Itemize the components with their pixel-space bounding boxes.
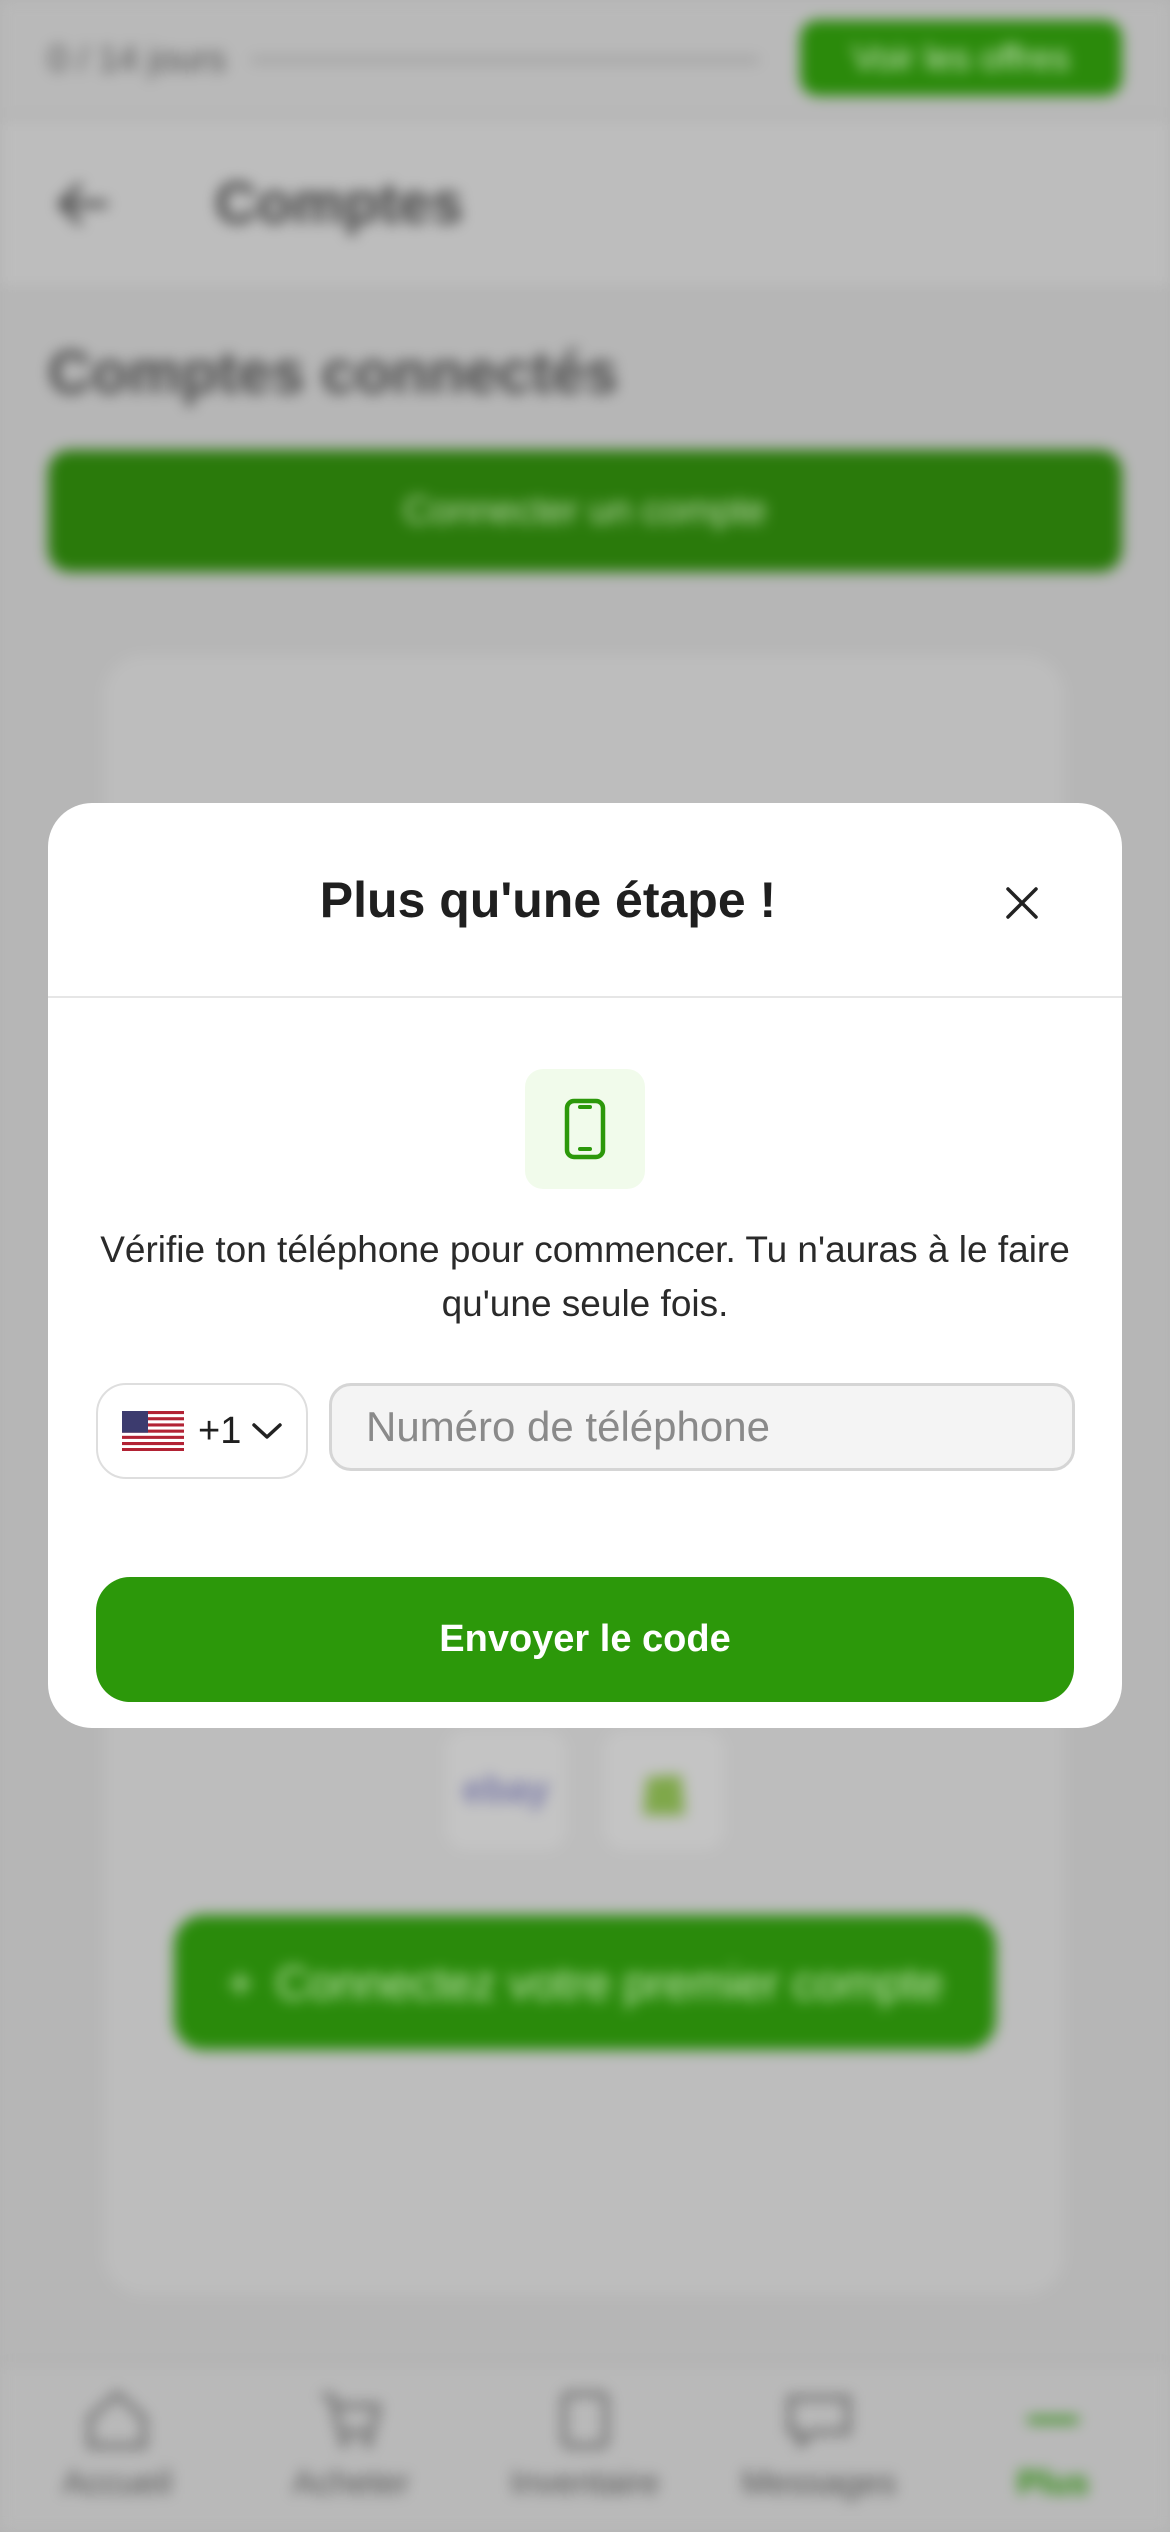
plus-icon: + bbox=[226, 1956, 254, 2009]
offers-button: Voir les offres bbox=[800, 20, 1122, 96]
bottom-nav-label: Messages bbox=[741, 2464, 897, 2502]
bottom-nav-label: Acheter bbox=[292, 2464, 410, 2502]
bottom-nav-inventory: Inventaire bbox=[468, 2364, 702, 2532]
send-code-button[interactable]: Envoyer le code bbox=[96, 1577, 1074, 1702]
inventory-icon bbox=[561, 2391, 609, 2449]
bottom-nav-label: Plus bbox=[1017, 2464, 1089, 2502]
first-account-button: + Connectez votre premier compte bbox=[174, 1915, 996, 2050]
us-flag-icon bbox=[122, 1411, 184, 1451]
dial-code: +1 bbox=[198, 1409, 242, 1452]
trial-progress-text: 0 / 14 jours bbox=[48, 38, 227, 79]
section-title: Comptes connectés bbox=[48, 339, 619, 406]
modal-title: Plus qu'une étape ! bbox=[319, 872, 777, 928]
close-icon[interactable] bbox=[998, 879, 1046, 927]
phone-verification-modal: Plus qu'une étape ! Vérifie ton téléphon… bbox=[48, 803, 1122, 1728]
verification-description: Vérifie ton téléphone pour commencer. Tu… bbox=[100, 1229, 1070, 1324]
modal-header: Plus qu'une étape ! bbox=[48, 803, 1122, 998]
home-icon bbox=[87, 2390, 147, 2449]
cart-icon bbox=[322, 2393, 382, 2447]
top-nav: Comptes bbox=[0, 120, 1170, 290]
shopify-logo bbox=[604, 1730, 724, 1850]
trial-bar: 0 / 14 jours Voir les offres bbox=[0, 0, 1170, 118]
back-arrow-icon bbox=[58, 183, 108, 225]
more-icon bbox=[1027, 2417, 1079, 2423]
phone-icon-tile bbox=[525, 1069, 645, 1189]
bottom-nav-label: Inventaire bbox=[510, 2464, 660, 2502]
smartphone-icon bbox=[564, 1098, 606, 1160]
connect-account-button: Connecter un compte bbox=[48, 450, 1122, 572]
ebay-logo: ebay bbox=[446, 1730, 566, 1850]
chat-icon bbox=[787, 2395, 851, 2450]
first-account-label: Connectez votre premier compte bbox=[275, 1956, 944, 2009]
shopify-bag-icon bbox=[643, 1775, 685, 1815]
chevron-down-icon bbox=[252, 1423, 283, 1439]
bottom-nav-label: Accueil bbox=[62, 2464, 172, 2502]
phone-number-input[interactable] bbox=[329, 1383, 1075, 1471]
nav-title: Comptes bbox=[215, 171, 464, 236]
trial-progress-track bbox=[250, 56, 760, 64]
bottom-nav: Accueil Acheter Inventaire Messages Plus bbox=[0, 2362, 1170, 2532]
bottom-nav-messages: Messages bbox=[702, 2364, 936, 2532]
bottom-nav-home: Accueil bbox=[0, 2364, 234, 2532]
bottom-nav-buy: Acheter bbox=[234, 2364, 468, 2532]
bottom-nav-more: Plus bbox=[936, 2364, 1170, 2532]
country-code-select[interactable]: +1 bbox=[96, 1383, 308, 1479]
